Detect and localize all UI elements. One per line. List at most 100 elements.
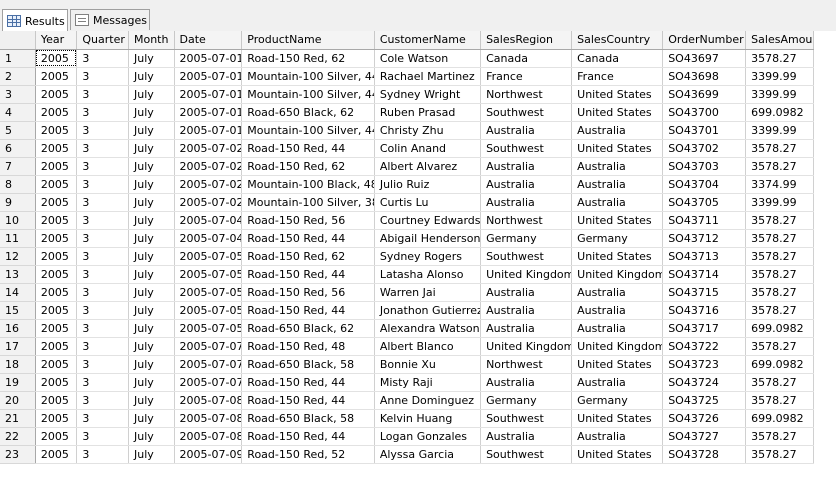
table-row[interactable]: 2 2005 3 July 2005-07-01 Mountain-100 Silver,… <box>0 67 814 86</box>
cell-year[interactable]: 2005 <box>35 85 78 104</box>
cell-productname[interactable]: Road-650 Black, 58 <box>241 355 375 374</box>
cell-salesamount[interactable]: 699.0982 <box>745 409 814 428</box>
cell-salesregion[interactable]: Australia <box>480 121 573 140</box>
cell-salescountry[interactable]: United States <box>571 139 664 158</box>
cell-salescountry[interactable]: Australia <box>571 283 664 302</box>
cell-quarter[interactable]: 3 <box>76 67 129 86</box>
cell-year[interactable]: 2005 <box>35 175 78 194</box>
cell-ordernumber[interactable]: SO43724 <box>662 373 747 392</box>
cell-customername[interactable]: Bonnie Xu <box>374 355 482 374</box>
cell-quarter[interactable]: 3 <box>76 427 129 446</box>
cell-customername[interactable]: Julio Ruiz <box>374 175 482 194</box>
cell-customername[interactable]: Misty Raji <box>374 373 482 392</box>
table-row[interactable]: 5 2005 3 July 2005-07-01 Mountain-100 Silver,… <box>0 121 814 140</box>
table-row[interactable]: 17 2005 3 July 2005-07-07 Road-150 Red, 48 Alb… <box>0 337 814 356</box>
cell-date[interactable]: 2005-07-09 <box>174 445 243 464</box>
cell-salesamount[interactable]: 3399.99 <box>745 193 814 212</box>
row-number[interactable]: 12 <box>0 247 36 266</box>
cell-year[interactable]: 2005 <box>35 355 78 374</box>
cell-quarter[interactable]: 3 <box>76 445 129 464</box>
cell-customername[interactable]: Alexandra Watson <box>374 319 482 338</box>
cell-quarter[interactable]: 3 <box>76 139 129 158</box>
cell-salesamount[interactable]: 3578.27 <box>745 49 814 68</box>
cell-salescountry[interactable]: Australia <box>571 319 664 338</box>
column-header-date[interactable]: Date <box>174 31 243 50</box>
cell-salescountry[interactable]: Australia <box>571 301 664 320</box>
cell-salesregion[interactable]: France <box>480 67 573 86</box>
cell-salesregion[interactable]: Germany <box>480 229 573 248</box>
cell-year[interactable]: 2005 <box>35 409 78 428</box>
cell-year[interactable]: 2005 <box>35 67 78 86</box>
cell-salescountry[interactable]: Germany <box>571 229 664 248</box>
cell-quarter[interactable]: 3 <box>76 247 129 266</box>
cell-salescountry[interactable]: United States <box>571 409 664 428</box>
cell-customername[interactable]: Kelvin Huang <box>374 409 482 428</box>
cell-customername[interactable]: Curtis Lu <box>374 193 482 212</box>
cell-date[interactable]: 2005-07-02 <box>174 157 243 176</box>
cell-salescountry[interactable]: France <box>571 67 664 86</box>
cell-productname[interactable]: Road-150 Red, 44 <box>241 427 375 446</box>
cell-month[interactable]: July <box>128 229 175 248</box>
cell-customername[interactable]: Alyssa Garcia <box>374 445 482 464</box>
cell-salescountry[interactable]: United States <box>571 247 664 266</box>
row-number[interactable]: 10 <box>0 211 36 230</box>
cell-ordernumber[interactable]: SO43711 <box>662 211 747 230</box>
cell-customername[interactable]: Courtney Edwards <box>374 211 482 230</box>
table-row[interactable]: 3 2005 3 July 2005-07-01 Mountain-100 Silver,… <box>0 85 814 104</box>
cell-date[interactable]: 2005-07-02 <box>174 139 243 158</box>
cell-salesregion[interactable]: Australia <box>480 193 573 212</box>
cell-date[interactable]: 2005-07-07 <box>174 337 243 356</box>
row-number[interactable]: 2 <box>0 67 36 86</box>
cell-month[interactable]: July <box>128 319 175 338</box>
cell-customername[interactable]: Jonathon Gutierrez <box>374 301 482 320</box>
row-number[interactable]: 18 <box>0 355 36 374</box>
table-row[interactable]: 12 2005 3 July 2005-07-05 Road-150 Red, 62 Syd… <box>0 247 814 266</box>
cell-year[interactable]: 2005 <box>35 427 78 446</box>
cell-ordernumber[interactable]: SO43712 <box>662 229 747 248</box>
cell-salescountry[interactable]: United Kingdom <box>571 265 664 284</box>
cell-year[interactable]: 2005 <box>35 229 78 248</box>
table-row[interactable]: 14 2005 3 July 2005-07-05 Road-150 Red, 56 War… <box>0 283 814 302</box>
cell-month[interactable]: July <box>128 373 175 392</box>
table-row[interactable]: 9 2005 3 July 2005-07-02 Mountain-100 Silver,… <box>0 193 814 212</box>
cell-month[interactable]: July <box>128 139 175 158</box>
cell-quarter[interactable]: 3 <box>76 373 129 392</box>
cell-year[interactable]: 2005 <box>35 301 78 320</box>
row-number[interactable]: 16 <box>0 319 36 338</box>
cell-month[interactable]: July <box>128 49 175 68</box>
row-number[interactable]: 21 <box>0 409 36 428</box>
cell-quarter[interactable]: 3 <box>76 121 129 140</box>
cell-month[interactable]: July <box>128 193 175 212</box>
cell-month[interactable]: July <box>128 427 175 446</box>
column-header-salesamount[interactable]: SalesAmount <box>745 31 814 50</box>
cell-month[interactable]: July <box>128 337 175 356</box>
cell-salesamount[interactable]: 3399.99 <box>745 121 814 140</box>
cell-quarter[interactable]: 3 <box>76 355 129 374</box>
cell-productname[interactable]: Road-150 Red, 48 <box>241 337 375 356</box>
row-number[interactable]: 17 <box>0 337 36 356</box>
cell-productname[interactable]: Road-650 Black, 62 <box>241 319 375 338</box>
column-header-customername[interactable]: CustomerName <box>374 31 482 50</box>
cell-year[interactable]: 2005 <box>35 193 78 212</box>
cell-year[interactable]: 2005 <box>35 49 78 68</box>
cell-salescountry[interactable]: United States <box>571 85 664 104</box>
row-number[interactable]: 7 <box>0 157 36 176</box>
cell-date[interactable]: 2005-07-01 <box>174 85 243 104</box>
cell-salesamount[interactable]: 3578.27 <box>745 139 814 158</box>
cell-month[interactable]: July <box>128 247 175 266</box>
cell-customername[interactable]: Warren Jai <box>374 283 482 302</box>
cell-productname[interactable]: Road-150 Red, 56 <box>241 211 375 230</box>
cell-customername[interactable]: Sydney Rogers <box>374 247 482 266</box>
cell-productname[interactable]: Road-150 Red, 62 <box>241 49 375 68</box>
cell-year[interactable]: 2005 <box>35 265 78 284</box>
column-header-ordernumber[interactable]: OrderNumber <box>662 31 747 50</box>
cell-productname[interactable]: Mountain-100 Silver, 44 <box>241 85 375 104</box>
cell-ordernumber[interactable]: SO43705 <box>662 193 747 212</box>
cell-year[interactable]: 2005 <box>35 103 78 122</box>
table-row[interactable]: 4 2005 3 July 2005-07-01 Road-650 Black, 62 Ru… <box>0 103 814 122</box>
row-number[interactable]: 19 <box>0 373 36 392</box>
table-row[interactable]: 10 2005 3 July 2005-07-04 Road-150 Red, 56 Cou… <box>0 211 814 230</box>
cell-salesregion[interactable]: Southwest <box>480 445 573 464</box>
cell-salesamount[interactable]: 3578.27 <box>745 391 814 410</box>
cell-salescountry[interactable]: Australia <box>571 193 664 212</box>
